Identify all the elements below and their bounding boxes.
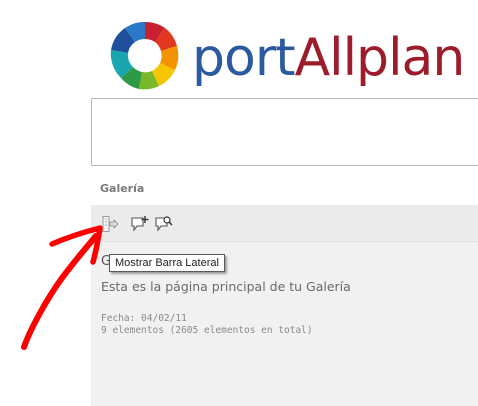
add-comment-icon — [131, 216, 149, 232]
page: portAllplan Galería G Mostrar Barra Late… — [0, 0, 478, 406]
banner-box — [91, 98, 478, 166]
section-heading: Galería — [100, 182, 145, 195]
tooltip-show-sidebar: Mostrar Barra Lateral — [109, 254, 225, 272]
portallplan-logo-mark — [110, 21, 179, 90]
search-comment-button[interactable] — [154, 215, 174, 233]
logo-text-allplan: Allplan — [294, 28, 466, 88]
gallery-count: 9 elementos (2605 elementos en total) — [101, 325, 313, 336]
search-comment-icon — [155, 216, 173, 232]
gallery-description: Esta es la página principal de tu Galerí… — [101, 279, 351, 294]
portallplan-logo-text: portAllplan — [192, 28, 466, 88]
logo-text-port: port — [192, 28, 296, 88]
gallery-date: Fecha: 04/02/11 — [101, 313, 187, 324]
gallery-panel — [91, 205, 478, 406]
add-comment-button[interactable] — [130, 215, 150, 233]
gallery-toolbar — [91, 205, 478, 242]
sidebar-toggle-icon — [102, 216, 119, 232]
show-sidebar-button[interactable] — [100, 215, 120, 233]
